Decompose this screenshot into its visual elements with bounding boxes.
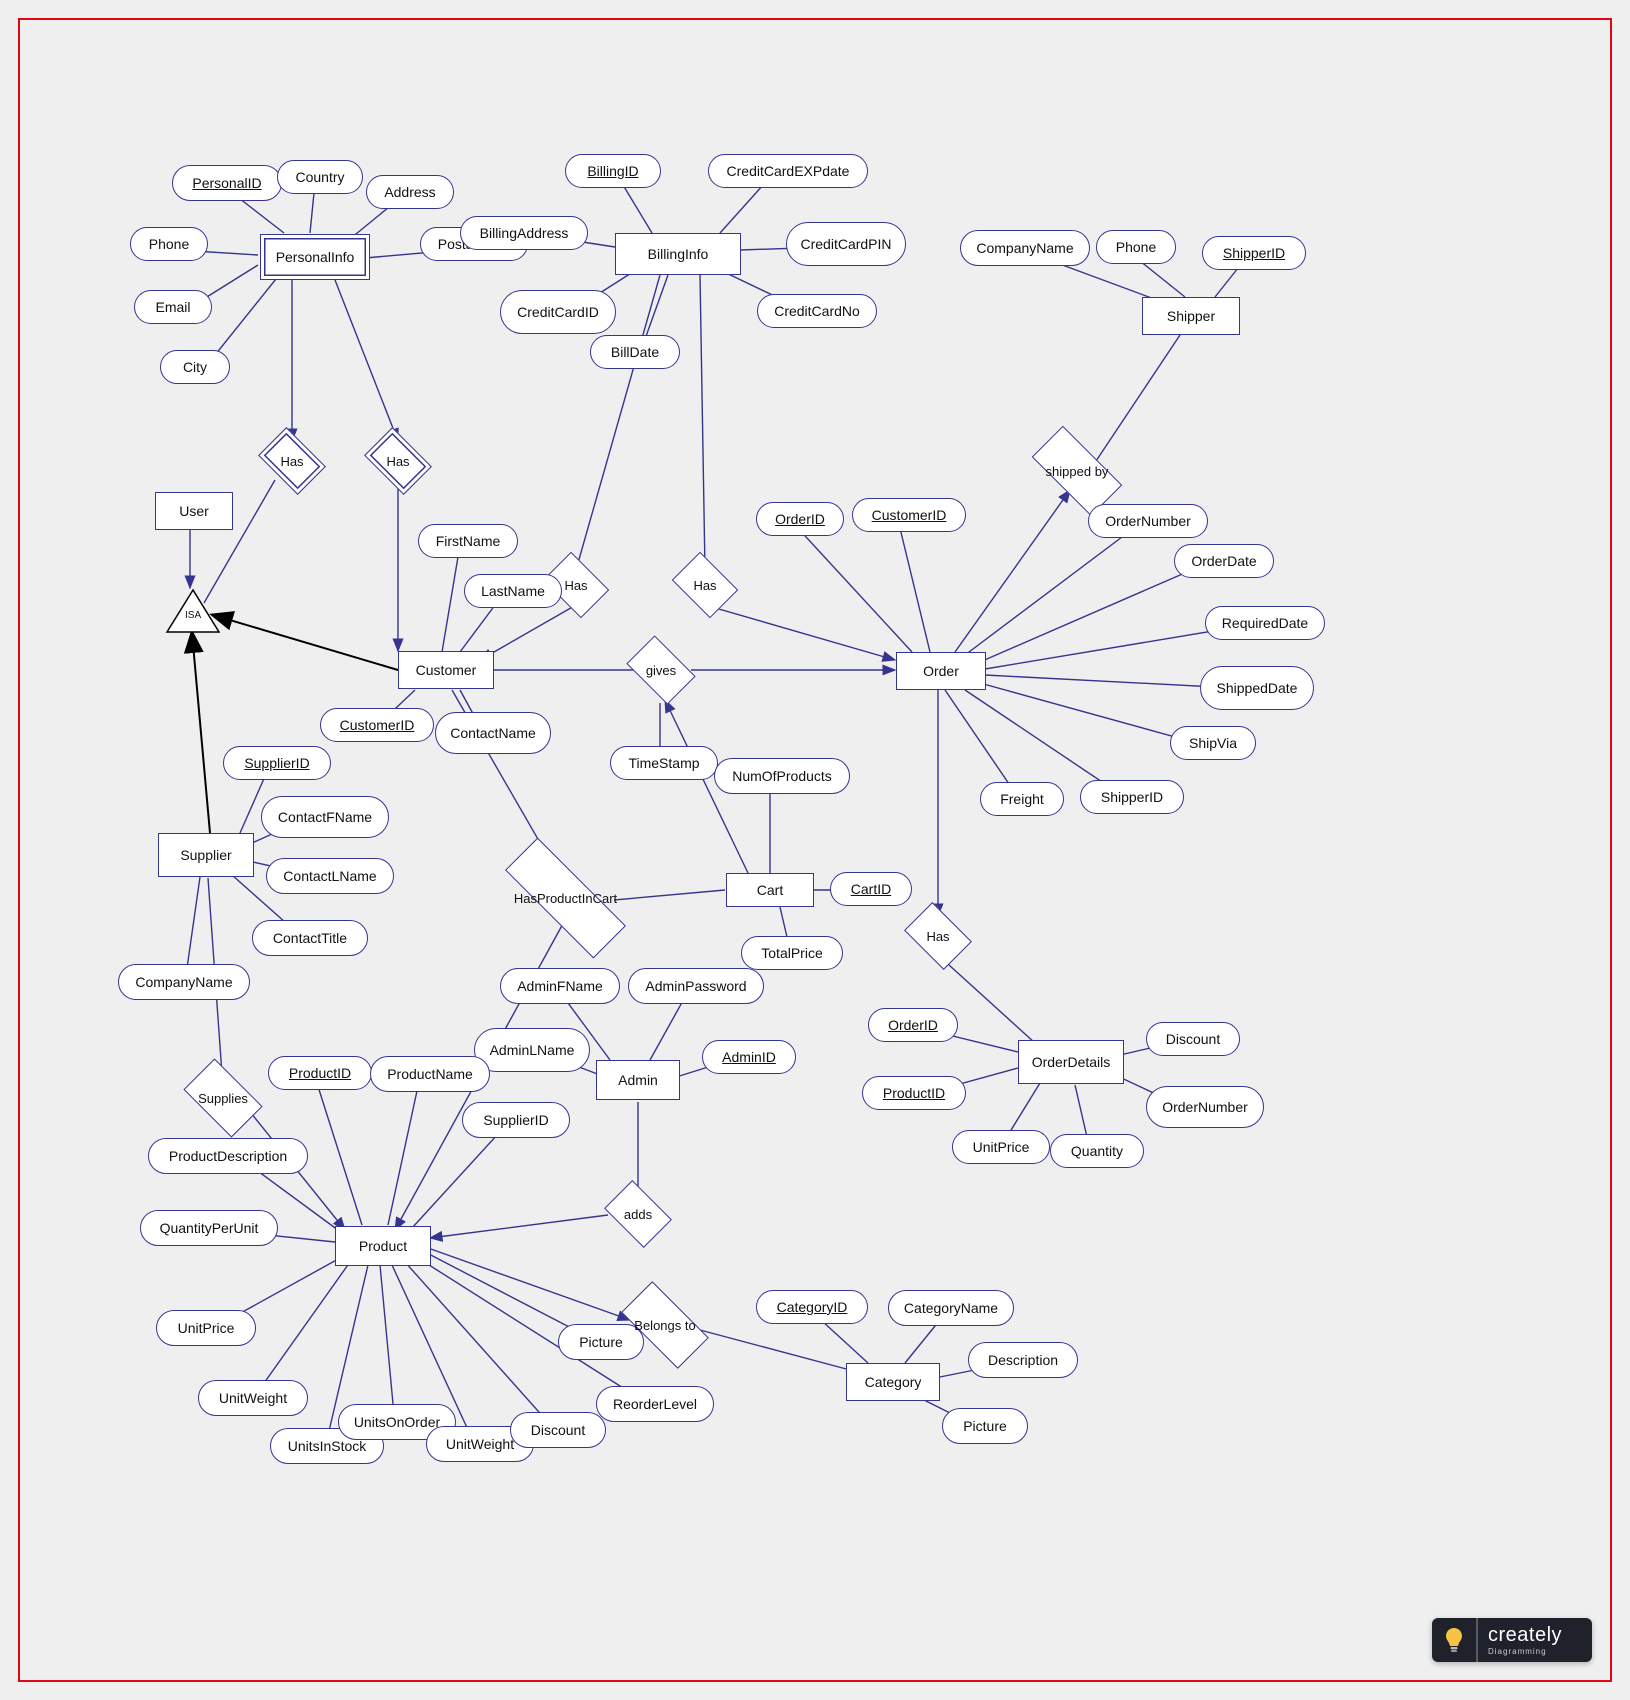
attr-shippeddate: ShippedDate — [1200, 666, 1314, 710]
attr-cartid: CartID — [830, 872, 912, 906]
attr-country: Country — [277, 160, 363, 194]
attr-od-productid: ProductID — [862, 1076, 966, 1110]
attr-contactlname: ContactLName — [266, 858, 394, 894]
attr-adminlname: AdminLName — [474, 1028, 590, 1072]
attr-billingid: BillingID — [565, 154, 661, 188]
attr-city: City — [160, 350, 230, 384]
entity-personalinfo: PersonalInfo — [260, 234, 370, 280]
attr-phone-personal: Phone — [130, 227, 208, 261]
attr-shipper-company: CompanyName — [960, 230, 1090, 266]
attr-customerid: CustomerID — [320, 708, 434, 742]
rel-has-personal-supplier: Has — [264, 441, 320, 481]
rel-shipped-by: shipped by — [1035, 449, 1119, 493]
attr-cat-description: Description — [968, 1342, 1078, 1378]
attr-ccpin: CreditCardPIN — [786, 222, 906, 266]
attr-address: Address — [366, 175, 454, 209]
attr-shipvia: ShipVia — [1170, 726, 1256, 760]
attr-billingaddress: BillingAddress — [460, 216, 588, 250]
entity-customer: Customer — [398, 651, 494, 689]
attr-unitweight: UnitWeight — [198, 1380, 308, 1416]
attr-contacttitle: ContactTitle — [252, 920, 368, 956]
entity-order: Order — [896, 652, 986, 690]
creately-badge: creately Diagramming — [1432, 1618, 1592, 1662]
attr-adminfname: AdminFName — [500, 968, 620, 1004]
attr-cat-picture: Picture — [942, 1408, 1028, 1444]
attr-od-discount: Discount — [1146, 1022, 1240, 1056]
attr-od-unitprice: UnitPrice — [952, 1130, 1050, 1164]
attr-shipper-phone: Phone — [1096, 230, 1176, 264]
attr-ccid: CreditCardID — [500, 290, 616, 334]
entity-supplier: Supplier — [158, 833, 254, 877]
attr-contactname: ContactName — [435, 712, 551, 754]
rel-adds: adds — [610, 1194, 666, 1234]
attr-reorderlevel: ReorderLevel — [596, 1386, 714, 1422]
attr-quantityperunit: QuantityPerUnit — [140, 1210, 278, 1246]
entity-category: Category — [846, 1363, 940, 1401]
attr-categoryid: CategoryID — [756, 1290, 868, 1324]
rel-has-product-in-cart: HasProductInCart — [503, 875, 628, 921]
attr-firstname: FirstName — [418, 524, 518, 558]
attr-freight: Freight — [980, 782, 1064, 816]
attr-supplier-company: CompanyName — [118, 964, 250, 1000]
rel-has-billing-order: Has — [678, 565, 732, 605]
isa-triangle: ISA — [165, 588, 221, 634]
attr-totalprice: TotalPrice — [741, 936, 843, 970]
attr-billdate: BillDate — [590, 335, 680, 369]
attr-numofproducts: NumOfProducts — [714, 758, 850, 794]
attr-requireddate: RequiredDate — [1205, 606, 1325, 640]
attr-timestamp: TimeStamp — [610, 746, 718, 780]
attr-prod-unitprice: UnitPrice — [156, 1310, 256, 1346]
bulb-icon — [1432, 1618, 1478, 1662]
attr-od-orderid: OrderID — [868, 1008, 958, 1042]
entity-user: User — [155, 492, 233, 530]
attr-adminpassword: AdminPassword — [628, 968, 764, 1004]
attr-contactfname: ContactFName — [261, 796, 389, 838]
rel-order-has-details: Has — [910, 916, 966, 956]
entity-product: Product — [335, 1226, 431, 1266]
attr-lastname: LastName — [464, 574, 562, 608]
attr-personalid: PersonalID — [172, 165, 282, 201]
attr-od-ordernumber: OrderNumber — [1146, 1086, 1264, 1128]
attr-ccno: CreditCardNo — [757, 294, 877, 328]
attr-prod-discount: Discount — [510, 1412, 606, 1448]
rel-gives: gives — [632, 650, 690, 690]
attr-productid: ProductID — [268, 1056, 372, 1090]
entity-admin: Admin — [596, 1060, 680, 1100]
entity-cart: Cart — [726, 873, 814, 907]
attr-order-customerid: CustomerID — [852, 498, 966, 532]
attr-order-orderid: OrderID — [756, 502, 844, 536]
attr-productdescription: ProductDescription — [148, 1138, 308, 1174]
attr-ordernumber: OrderNumber — [1088, 504, 1208, 538]
badge-title: creately — [1488, 1625, 1562, 1645]
rel-has-personal-customer: Has — [370, 441, 426, 481]
attr-productname: ProductName — [370, 1056, 490, 1092]
attr-adminid: AdminID — [702, 1040, 796, 1074]
entity-billinginfo: BillingInfo — [615, 233, 741, 275]
entity-orderdetails: OrderDetails — [1018, 1040, 1124, 1084]
attr-od-quantity: Quantity — [1050, 1134, 1144, 1168]
attr-orderdate: OrderDate — [1174, 544, 1274, 578]
rel-supplies: Supplies — [189, 1076, 257, 1120]
badge-subtitle: Diagramming — [1488, 1648, 1562, 1656]
attr-supplierid: SupplierID — [223, 746, 331, 780]
attr-categoryname: CategoryName — [888, 1290, 1014, 1326]
attr-shipperid: ShipperID — [1202, 236, 1306, 270]
attr-ccexpdate: CreditCardEXPdate — [708, 154, 868, 188]
attr-email: Email — [134, 290, 212, 324]
entity-shipper: Shipper — [1142, 297, 1240, 335]
attr-prod-supplierid: SupplierID — [462, 1102, 570, 1138]
attr-order-shipperid: ShipperID — [1080, 780, 1184, 814]
